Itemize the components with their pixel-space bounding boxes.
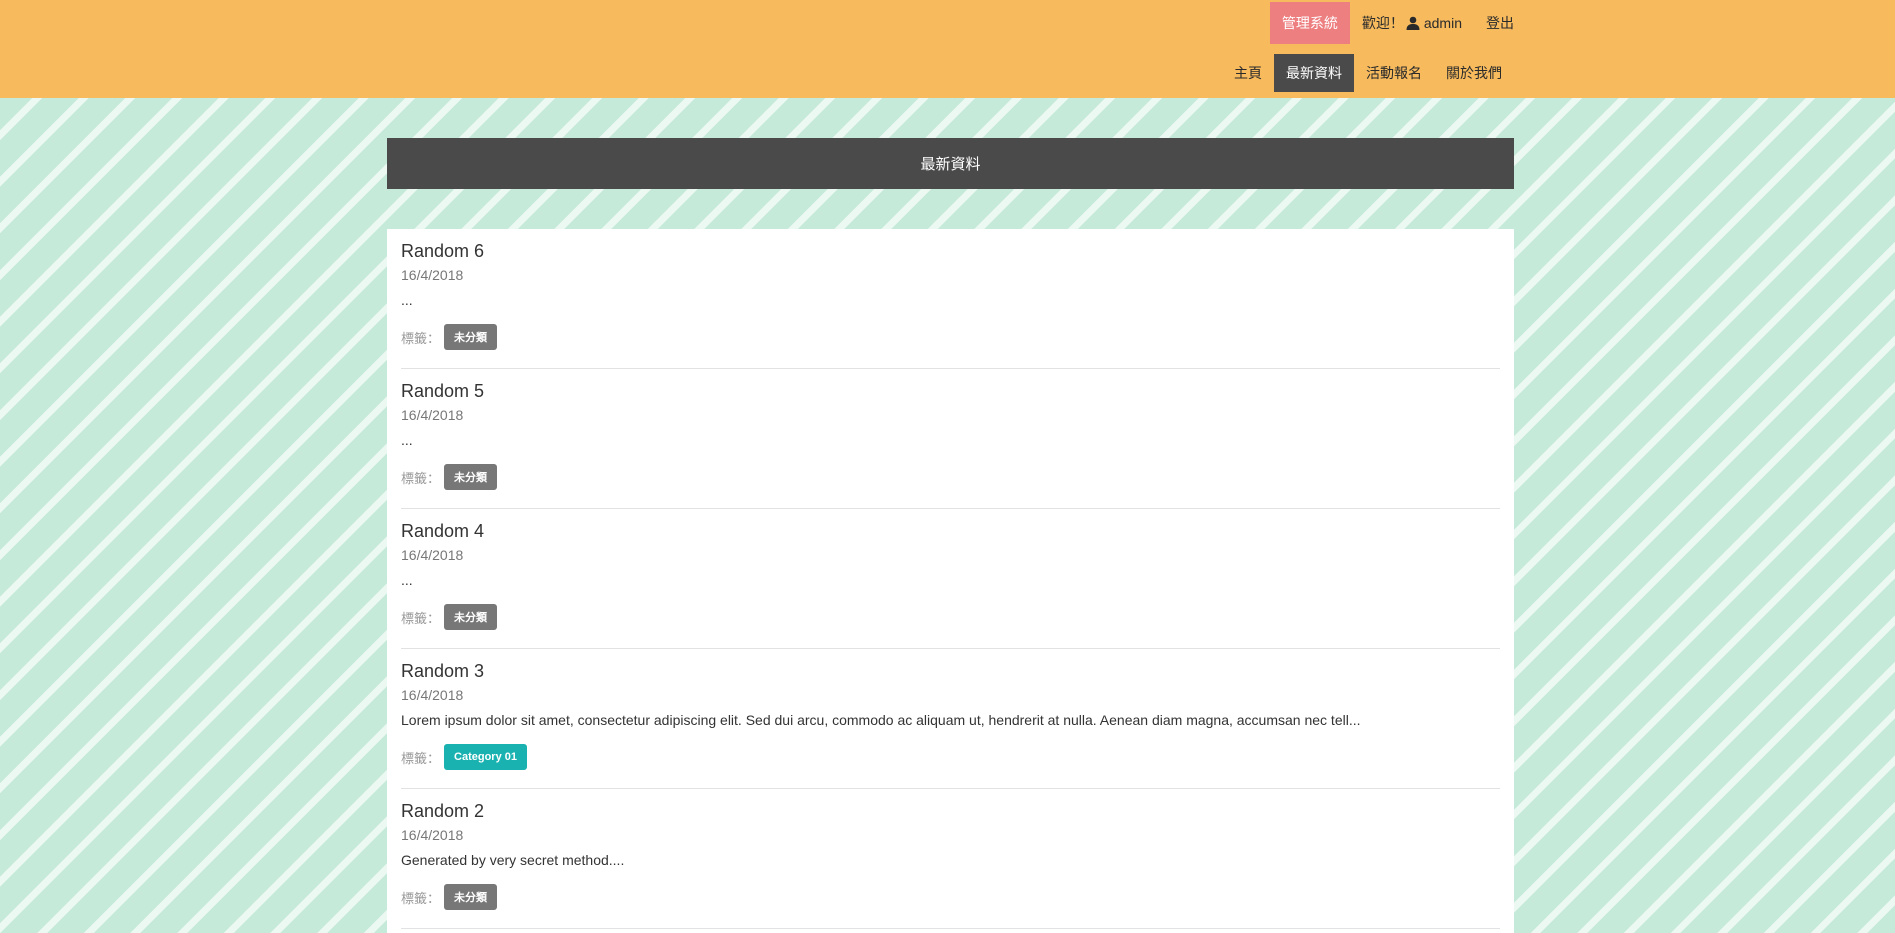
nav-item-latest[interactable]: 最新資料 — [1274, 54, 1354, 92]
logout-link[interactable]: 登出 — [1486, 2, 1514, 44]
post-excerpt: ... — [401, 572, 413, 588]
tag-badge[interactable]: 未分類 — [444, 464, 498, 490]
nav-item-events[interactable]: 活動報名 — [1354, 54, 1434, 92]
top-header: 管理系統 歡迎！ admin 登出 主頁 最新資料 活動報名 關於我們 — [0, 0, 1895, 98]
tag-badge[interactable]: 未分類 — [444, 884, 498, 910]
post-tags: 標籤： 未分類 — [401, 884, 498, 910]
tags-label: 標籤： — [401, 470, 441, 486]
user-icon — [1406, 16, 1420, 30]
tags-label: 標籤： — [401, 330, 441, 346]
post-excerpt: ... — [401, 292, 413, 308]
post-title[interactable]: Random 2 — [401, 801, 484, 822]
welcome-message: 歡迎！ admin — [1362, 2, 1462, 44]
post-list: Random 6 16/4/2018 ... 標籤： 未分類 Random 5 … — [387, 229, 1514, 933]
tag-badge[interactable]: 未分類 — [444, 324, 498, 350]
post-title[interactable]: Random 3 — [401, 661, 484, 682]
post-date: 16/4/2018 — [401, 267, 464, 283]
tags-label: 標籤： — [401, 610, 441, 626]
nav-item-home[interactable]: 主頁 — [1222, 54, 1274, 92]
post-date: 16/4/2018 — [401, 407, 464, 423]
tags-label: 標籤： — [401, 750, 441, 766]
tag-badge[interactable]: Category 01 — [444, 744, 527, 770]
main-nav: 主頁 最新資料 活動報名 關於我們 — [1222, 54, 1514, 92]
admin-system-button[interactable]: 管理系統 — [1269, 2, 1350, 44]
nav-item-about[interactable]: 關於我們 — [1434, 54, 1514, 92]
welcome-label: 歡迎！ — [1361, 15, 1404, 31]
post-tags: 標籤： 未分類 — [401, 604, 498, 630]
list-item: Random 5 16/4/2018 ... 標籤： 未分類 — [401, 369, 1500, 509]
post-title[interactable]: Random 4 — [401, 521, 484, 542]
post-title[interactable]: Random 5 — [401, 381, 484, 402]
post-excerpt: Generated by very secret method.... — [401, 852, 625, 868]
username: admin — [1423, 15, 1462, 31]
list-item: Random 4 16/4/2018 ... 標籤： 未分類 — [401, 509, 1500, 649]
post-excerpt: ... — [401, 432, 413, 448]
page-title: 最新資料 — [387, 138, 1514, 189]
post-date: 16/4/2018 — [401, 827, 464, 843]
list-item: Random 2 16/4/2018 Generated by very sec… — [401, 789, 1500, 929]
post-date: 16/4/2018 — [401, 547, 464, 563]
tag-badge[interactable]: 未分類 — [444, 604, 498, 630]
post-tags: 標籤： Category 01 — [401, 744, 527, 770]
list-item: Random 6 16/4/2018 ... 標籤： 未分類 — [401, 229, 1500, 369]
post-date: 16/4/2018 — [401, 687, 464, 703]
post-tags: 標籤： 未分類 — [401, 324, 498, 350]
list-item: Random 3 16/4/2018 Lorem ipsum dolor sit… — [401, 649, 1500, 789]
post-excerpt: Lorem ipsum dolor sit amet, consectetur … — [401, 712, 1361, 728]
user-bar: 管理系統 歡迎！ admin 登出 — [1269, 2, 1514, 44]
post-tags: 標籤： 未分類 — [401, 464, 498, 490]
tags-label: 標籤： — [401, 890, 441, 906]
post-title[interactable]: Random 6 — [401, 241, 484, 262]
